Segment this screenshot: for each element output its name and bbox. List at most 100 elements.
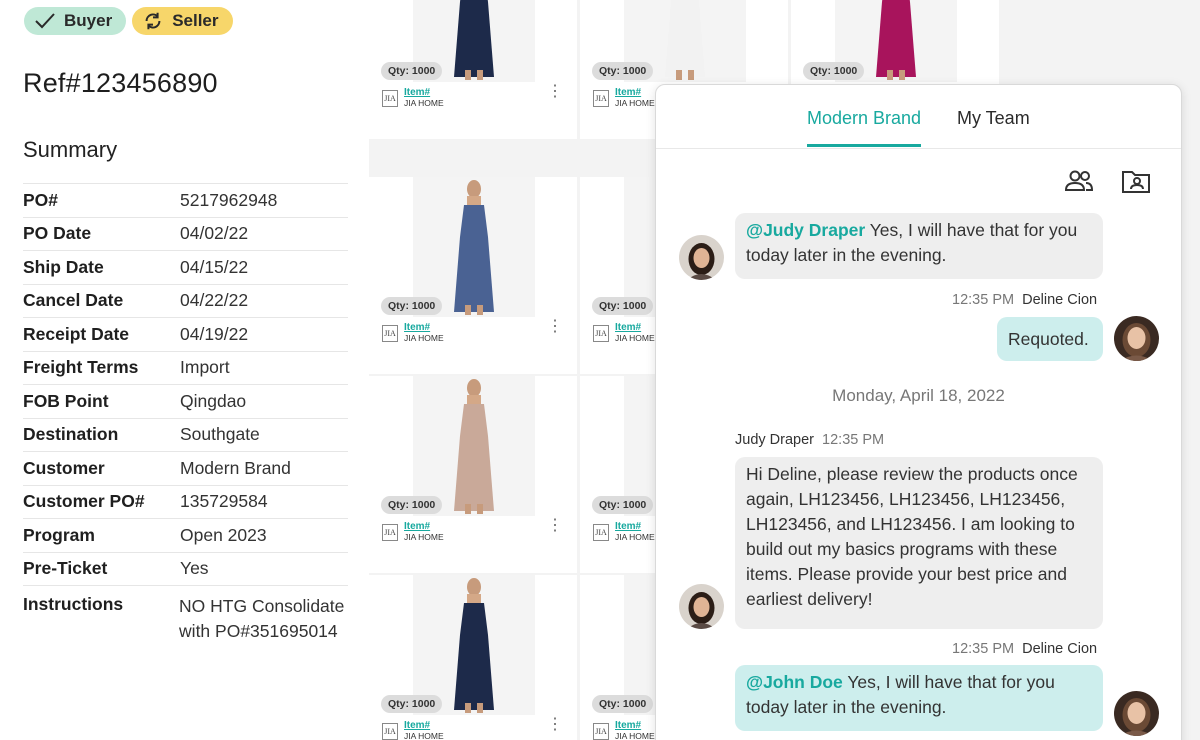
check-icon bbox=[35, 13, 55, 29]
brand-info: JIA Item# JIA HOME bbox=[382, 87, 444, 109]
mention[interactable]: @John Doe bbox=[746, 672, 843, 692]
brand-info: JIA Item# JIA HOME bbox=[382, 720, 444, 740]
product-image[interactable] bbox=[413, 575, 535, 715]
brand-name: JIA HOME bbox=[615, 333, 655, 343]
summary-key: Program bbox=[23, 524, 95, 545]
brand-text: Item# JIA HOME bbox=[615, 87, 655, 109]
brand-logo: JIA bbox=[382, 722, 398, 740]
brand-logo: JIA bbox=[593, 523, 609, 541]
summary-key: Customer bbox=[23, 457, 105, 478]
avatar-judy bbox=[679, 235, 724, 280]
brand-text: Item# JIA HOME bbox=[615, 720, 655, 740]
brand-logo: JIA bbox=[382, 89, 398, 107]
brand-name: JIA HOME bbox=[404, 98, 444, 108]
summary-row: Customer Modern Brand bbox=[23, 451, 348, 485]
message-bubble: @John Doe Yes, I will have that for you … bbox=[735, 665, 1103, 731]
brand-info: JIA Item# JIA HOME bbox=[593, 322, 655, 344]
brand-info: JIA Item# JIA HOME bbox=[593, 521, 655, 543]
summary-key: Customer PO# bbox=[23, 491, 145, 512]
message-time: 12:35 PM bbox=[822, 432, 885, 448]
summary-key: Ship Date bbox=[23, 256, 104, 277]
brand-info: JIA Item# JIA HOME bbox=[382, 521, 444, 543]
quantity-badge: Qty: 1000 bbox=[592, 695, 654, 713]
item-link[interactable]: Item# bbox=[615, 521, 655, 532]
summary-key: Destination bbox=[23, 424, 119, 445]
message-author: Judy Draper bbox=[735, 432, 814, 448]
seller-pill[interactable]: Seller bbox=[132, 7, 233, 35]
brand-name: JIA HOME bbox=[404, 731, 444, 740]
summary-row: Freight Terms Import bbox=[23, 350, 348, 385]
summary-value: NO HTG Consolidate with PO#351695014 bbox=[179, 596, 345, 641]
item-link[interactable]: Item# bbox=[404, 87, 444, 98]
item-link[interactable]: Item# bbox=[615, 720, 655, 731]
summary-row: Program Open 2023 bbox=[23, 518, 348, 552]
message-meta: Judy Draper 12:35 PM bbox=[735, 432, 884, 448]
summary-row: Ship Date 04/15/22 bbox=[23, 250, 348, 284]
more-options-icon[interactable]: ⋮ bbox=[547, 84, 563, 100]
summary-table: PO# 5217962948 PO Date 04/02/22 Ship Date 0… bbox=[23, 183, 348, 645]
summary-value: 135729584 bbox=[180, 491, 268, 512]
message-time: 12:35 PM bbox=[952, 641, 1015, 657]
quantity-badge: Qty: 1000 bbox=[803, 62, 865, 80]
item-link[interactable]: Item# bbox=[404, 322, 444, 333]
buyer-pill[interactable]: Buyer bbox=[24, 7, 127, 35]
avatar-judy bbox=[679, 584, 724, 629]
summary-value: Import bbox=[180, 357, 230, 378]
item-link[interactable]: Item# bbox=[615, 87, 655, 98]
brand-logo: JIA bbox=[593, 324, 609, 342]
product-image[interactable] bbox=[413, 177, 535, 317]
more-options-icon[interactable]: ⋮ bbox=[547, 319, 563, 335]
product-tile[interactable]: Qty: 1000 JIA Item# JIA HOME ⋮ bbox=[369, 376, 577, 573]
brand-name: JIA HOME bbox=[615, 98, 655, 108]
quantity-badge: Qty: 1000 bbox=[592, 496, 654, 514]
item-link[interactable]: Item# bbox=[404, 521, 444, 532]
message-bubble: Requoted. bbox=[997, 317, 1103, 361]
summary-key: PO# bbox=[23, 189, 59, 210]
summary-key: PO Date bbox=[23, 223, 92, 244]
summary-key: Pre-Ticket bbox=[23, 558, 108, 579]
brand-text: Item# JIA HOME bbox=[404, 720, 444, 740]
product-tile[interactable]: Qty: 1000 JIA Item# JIA HOME ⋮ bbox=[369, 0, 577, 139]
brand-name: JIA HOME bbox=[615, 731, 655, 740]
message-time: 12:35 PM bbox=[952, 292, 1015, 308]
avatar-deline bbox=[1114, 316, 1159, 361]
message-bubble: Hi Deline, please review the products on… bbox=[735, 457, 1103, 629]
brand-info: JIA Item# JIA HOME bbox=[593, 720, 655, 740]
summary-value: Open 2023 bbox=[180, 524, 267, 545]
mention[interactable]: @Judy Draper bbox=[746, 220, 865, 240]
more-options-icon[interactable]: ⋮ bbox=[547, 717, 563, 733]
brand-logo: JIA bbox=[382, 324, 398, 342]
people-icon[interactable] bbox=[1064, 168, 1094, 196]
summary-value: 04/19/22 bbox=[180, 323, 249, 344]
message-author: Deline Cion bbox=[1022, 292, 1098, 308]
brand-name: JIA HOME bbox=[404, 532, 444, 542]
brand-text: Item# JIA HOME bbox=[615, 521, 655, 543]
summary-row: FOB Point Qingdao bbox=[23, 384, 348, 418]
chat-panel: Modern Brand My Team @Judy Draper Yes, I… bbox=[655, 84, 1182, 740]
brand-text: Item# JIA HOME bbox=[615, 322, 655, 344]
item-link[interactable]: Item# bbox=[615, 322, 655, 333]
seller-label: Seller bbox=[172, 11, 219, 30]
message-author: Deline Cion bbox=[1022, 641, 1098, 657]
more-options-icon[interactable]: ⋮ bbox=[547, 518, 563, 534]
product-tile[interactable]: Qty: 1000 JIA Item# JIA HOME ⋮ bbox=[369, 177, 577, 374]
item-link[interactable]: Item# bbox=[404, 720, 444, 731]
brand-logo: JIA bbox=[593, 722, 609, 740]
chat-tabs: Modern Brand My Team bbox=[656, 85, 1181, 149]
product-tile[interactable]: Qty: 1000 JIA Item# JIA HOME ⋮ bbox=[369, 575, 577, 740]
folder-contact-icon[interactable] bbox=[1121, 168, 1151, 196]
tab-my-team[interactable]: My Team bbox=[957, 108, 1030, 129]
quantity-badge: Qty: 1000 bbox=[381, 496, 443, 514]
quantity-badge: Qty: 1000 bbox=[592, 297, 654, 315]
tab-modern-brand[interactable]: Modern Brand bbox=[807, 108, 922, 147]
product-image[interactable] bbox=[413, 376, 535, 516]
brand-info: JIA Item# JIA HOME bbox=[593, 87, 655, 109]
summary-key: FOB Point bbox=[23, 390, 109, 411]
summary-value: 5217962948 bbox=[180, 189, 278, 210]
message-bubble: @Judy Draper Yes, I will have that for y… bbox=[735, 213, 1103, 279]
summary-key: Freight Terms bbox=[23, 357, 139, 378]
role-toggle: Buyer Seller bbox=[24, 7, 233, 35]
brand-text: Item# JIA HOME bbox=[404, 521, 444, 543]
sync-icon bbox=[145, 12, 161, 30]
buyer-label: Buyer bbox=[64, 11, 113, 30]
